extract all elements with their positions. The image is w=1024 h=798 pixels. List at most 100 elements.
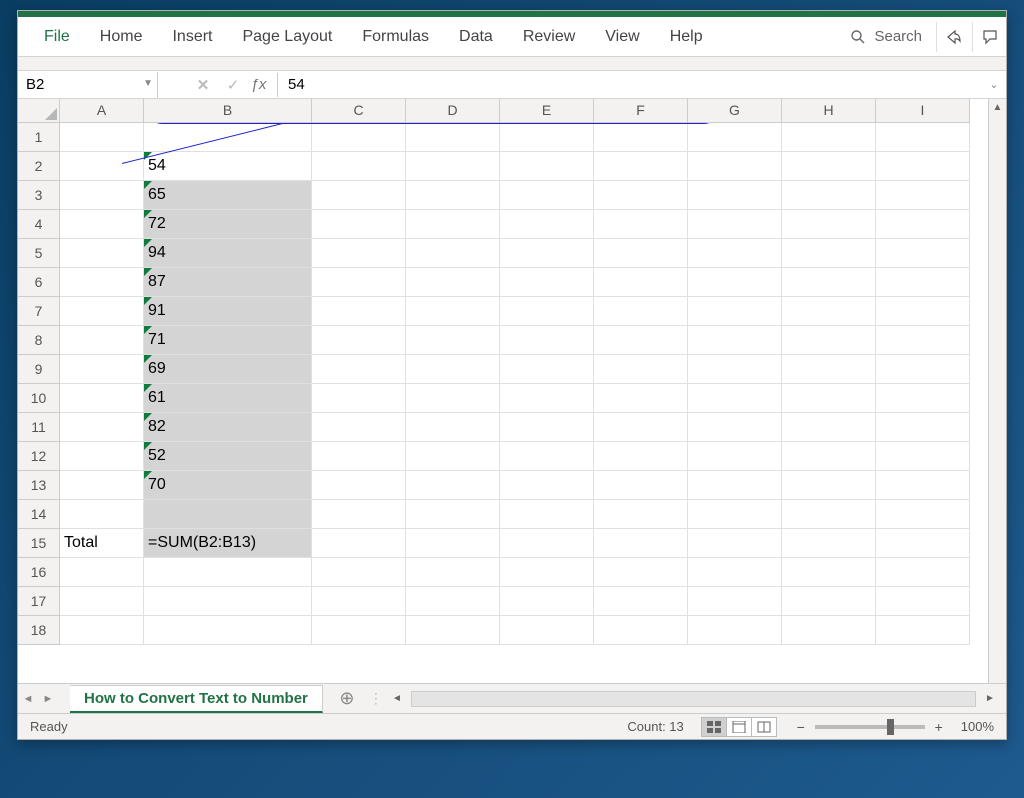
cell-I9[interactable] — [876, 355, 970, 384]
cell-A17[interactable] — [60, 587, 144, 616]
cell-F10[interactable] — [594, 384, 688, 413]
tab-page-layout[interactable]: Page Layout — [228, 22, 346, 52]
cell-A1[interactable] — [60, 123, 144, 152]
tab-scroll-splitter[interactable]: ⋮ — [369, 690, 383, 707]
cell-C7[interactable] — [312, 297, 406, 326]
tab-data[interactable]: Data — [445, 22, 507, 52]
cell-E3[interactable] — [500, 181, 594, 210]
cell-H8[interactable] — [782, 326, 876, 355]
cell-E8[interactable] — [500, 326, 594, 355]
search-input[interactable]: Search — [838, 24, 934, 49]
row-header-8[interactable]: 8 — [18, 326, 60, 355]
col-header-F[interactable]: F — [594, 99, 688, 123]
row-header-17[interactable]: 17 — [18, 587, 60, 616]
cell-C16[interactable] — [312, 558, 406, 587]
row-header-4[interactable]: 4 — [18, 210, 60, 239]
cell-G5[interactable] — [688, 239, 782, 268]
cell-E11[interactable] — [500, 413, 594, 442]
cell-G3[interactable] — [688, 181, 782, 210]
cell-I18[interactable] — [876, 616, 970, 645]
cell-D2[interactable] — [406, 152, 500, 181]
cell-I10[interactable] — [876, 384, 970, 413]
cell-G8[interactable] — [688, 326, 782, 355]
cell-G4[interactable] — [688, 210, 782, 239]
cell-A4[interactable] — [60, 210, 144, 239]
zoom-out-button[interactable]: − — [793, 719, 809, 735]
row-header-1[interactable]: 1 — [18, 123, 60, 152]
cell-H12[interactable] — [782, 442, 876, 471]
cell-F6[interactable] — [594, 268, 688, 297]
cell-B3[interactable]: 65 — [144, 181, 312, 210]
col-header-G[interactable]: G — [688, 99, 782, 123]
row-header-13[interactable]: 13 — [18, 471, 60, 500]
cell-B18[interactable] — [144, 616, 312, 645]
cell-D1[interactable] — [406, 123, 500, 152]
cell-D6[interactable] — [406, 268, 500, 297]
cell-D7[interactable] — [406, 297, 500, 326]
cell-D8[interactable] — [406, 326, 500, 355]
cell-G2[interactable] — [688, 152, 782, 181]
cell-A10[interactable] — [60, 384, 144, 413]
tab-nav-next[interactable]: ► — [38, 693, 58, 705]
cell-D5[interactable] — [406, 239, 500, 268]
cell-H16[interactable] — [782, 558, 876, 587]
fx-button[interactable]: ƒx — [248, 73, 278, 97]
cell-F11[interactable] — [594, 413, 688, 442]
cell-B6[interactable]: 87 — [144, 268, 312, 297]
cell-D17[interactable] — [406, 587, 500, 616]
cell-A16[interactable] — [60, 558, 144, 587]
cell-D4[interactable] — [406, 210, 500, 239]
cell-C6[interactable] — [312, 268, 406, 297]
cell-D11[interactable] — [406, 413, 500, 442]
cell-C14[interactable] — [312, 500, 406, 529]
row-header-3[interactable]: 3 — [18, 181, 60, 210]
cell-E15[interactable] — [500, 529, 594, 558]
cell-C8[interactable] — [312, 326, 406, 355]
cell-A8[interactable] — [60, 326, 144, 355]
cell-I1[interactable] — [876, 123, 970, 152]
cell-B4[interactable]: 72 — [144, 210, 312, 239]
cell-G15[interactable] — [688, 529, 782, 558]
cell-A11[interactable] — [60, 413, 144, 442]
zoom-slider[interactable]: − + 100% — [793, 719, 994, 735]
cell-C13[interactable] — [312, 471, 406, 500]
cell-E1[interactable] — [500, 123, 594, 152]
col-header-A[interactable]: A — [60, 99, 144, 123]
name-box[interactable]: B2 ▼ — [18, 72, 158, 98]
cell-F17[interactable] — [594, 587, 688, 616]
tab-help[interactable]: Help — [656, 22, 717, 52]
cell-C2[interactable] — [312, 152, 406, 181]
col-header-E[interactable]: E — [500, 99, 594, 123]
cell-C12[interactable] — [312, 442, 406, 471]
cell-H11[interactable] — [782, 413, 876, 442]
cell-H10[interactable] — [782, 384, 876, 413]
tab-file[interactable]: File — [30, 22, 84, 52]
cell-I12[interactable] — [876, 442, 970, 471]
cell-A6[interactable] — [60, 268, 144, 297]
cell-C3[interactable] — [312, 181, 406, 210]
row-header-16[interactable]: 16 — [18, 558, 60, 587]
cell-B13[interactable]: 70 — [144, 471, 312, 500]
cell-A3[interactable] — [60, 181, 144, 210]
cell-A5[interactable] — [60, 239, 144, 268]
cell-F3[interactable] — [594, 181, 688, 210]
cell-E6[interactable] — [500, 268, 594, 297]
cell-A7[interactable] — [60, 297, 144, 326]
hscroll-right[interactable]: ► — [982, 693, 998, 704]
zoom-level[interactable]: 100% — [961, 719, 994, 734]
cell-B8[interactable]: 71 — [144, 326, 312, 355]
cell-C10[interactable] — [312, 384, 406, 413]
cell-I8[interactable] — [876, 326, 970, 355]
cell-C15[interactable] — [312, 529, 406, 558]
cell-G18[interactable] — [688, 616, 782, 645]
formula-input[interactable] — [278, 74, 982, 95]
cell-D12[interactable] — [406, 442, 500, 471]
cell-I5[interactable] — [876, 239, 970, 268]
cell-B10[interactable]: 61 — [144, 384, 312, 413]
cell-E2[interactable] — [500, 152, 594, 181]
comments-button[interactable] — [972, 22, 1006, 52]
cell-B2[interactable]: 54 — [144, 152, 312, 181]
cell-B14[interactable] — [144, 500, 312, 529]
cell-H5[interactable] — [782, 239, 876, 268]
cell-E14[interactable] — [500, 500, 594, 529]
